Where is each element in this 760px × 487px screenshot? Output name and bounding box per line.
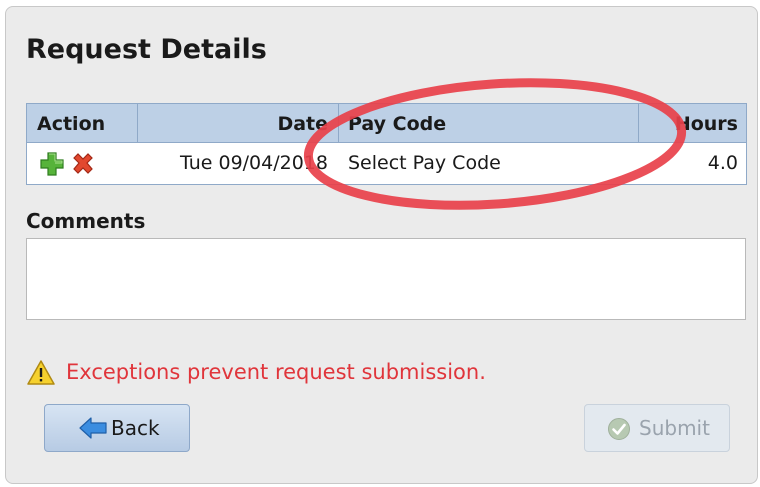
request-grid: Action Date Pay Code Hours Tue 09/04/201…	[26, 103, 747, 185]
header-pay-code[interactable]: Pay Code	[348, 104, 628, 142]
back-arrow-icon	[79, 417, 107, 439]
page-title: Request Details	[26, 34, 267, 65]
header-date[interactable]: Date	[139, 104, 334, 142]
delete-x-icon[interactable]	[70, 151, 96, 177]
pay-code-select[interactable]: Select Pay Code	[348, 143, 628, 184]
warning-text: Exceptions prevent request submission.	[66, 360, 486, 384]
hours-cell[interactable]: 4.0	[638, 143, 738, 184]
date-cell: Tue 09/04/2018	[179, 152, 328, 174]
submit-button-label: Submit	[639, 416, 710, 440]
table-row: Tue 09/04/2018 Select Pay Code 4.0	[27, 143, 746, 184]
comments-label: Comments	[26, 209, 146, 233]
submit-button[interactable]: Submit	[584, 404, 730, 452]
warning-triangle-icon	[27, 360, 55, 385]
back-button[interactable]: Back	[44, 404, 190, 452]
comments-textarea[interactable]	[26, 238, 746, 320]
column-divider	[638, 104, 639, 143]
add-plus-icon[interactable]	[39, 151, 65, 177]
back-button-label: Back	[111, 416, 160, 440]
header-action: Action	[37, 113, 106, 135]
header-hours[interactable]: Hours	[638, 104, 738, 142]
check-circle-icon	[608, 418, 630, 440]
